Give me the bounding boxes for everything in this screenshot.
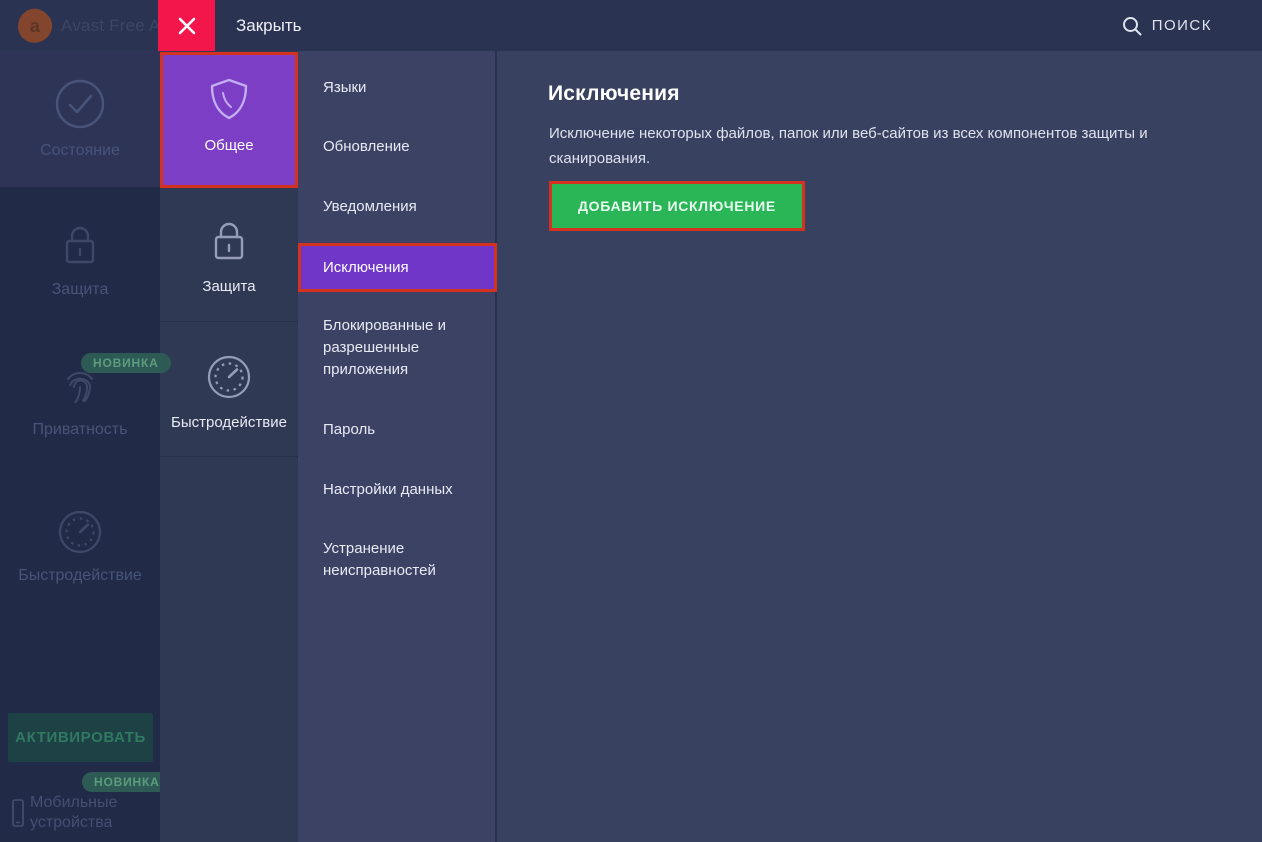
category-tab-label: Общее [163, 137, 295, 154]
subnav-item-languages[interactable]: Языки [298, 77, 497, 99]
category-tab-protection[interactable]: Защита [160, 188, 298, 322]
subnav-item-data-settings[interactable]: Настройки данных [298, 479, 497, 501]
sidebar-item-performance[interactable]: Быстродействие [0, 465, 160, 605]
sidebar-item-label: Мобильные устройства [30, 793, 117, 833]
sidebar-item-privacy[interactable]: Приватность [0, 325, 160, 465]
main-sidebar: Состояние Защита НОВИНКА [0, 51, 160, 842]
app-logo: a Avast Free A [18, 0, 160, 51]
new-badge-privacy: НОВИНКА [81, 353, 171, 373]
new-badge-mobile: НОВИНКА [82, 772, 172, 792]
sidebar-item-mobile-devices[interactable]: Мобильные устройства [12, 793, 117, 833]
sidebar-item-label: Быстродействие [0, 567, 160, 585]
subnav-item-notifications[interactable]: Уведомления [298, 196, 497, 218]
close-label[interactable]: Закрыть [236, 0, 301, 51]
category-tab-general[interactable]: Общее [160, 52, 298, 188]
category-tab-label: Защита [160, 278, 298, 295]
page-description: Исключение некоторых файлов, папок или в… [549, 121, 1214, 171]
lock-icon [160, 218, 298, 264]
settings-content-panel: Исключения Исключение некоторых файлов, … [499, 51, 1262, 842]
title-bar: a Avast Free A Закрыть ПОИСК [0, 0, 1262, 51]
settings-subnav: Языки Обновление Уведомления Исключения … [298, 51, 497, 842]
check-circle-icon [0, 78, 160, 130]
subnav-item-blocked-allowed-apps[interactable]: Блокированные и разрешенные приложения [298, 315, 488, 381]
lock-icon [0, 221, 160, 269]
subnav-item-password[interactable]: Пароль [298, 419, 497, 441]
activate-button[interactable]: АКТИВИРОВАТЬ [8, 713, 153, 762]
search-label: ПОИСК [1152, 17, 1212, 34]
search-button[interactable]: ПОИСК [1121, 0, 1212, 51]
close-x-button[interactable] [158, 0, 215, 51]
avast-logo-icon: a [14, 4, 57, 47]
subnav-item-troubleshooting[interactable]: Устранение неисправностей [298, 538, 488, 582]
sidebar-item-label: Состояние [0, 142, 160, 160]
app-title: Avast Free A [61, 16, 160, 36]
category-tab-label: Быстродействие [160, 414, 298, 431]
category-tab-performance[interactable]: Быстродействие [160, 322, 298, 457]
sidebar-item-label: Приватность [0, 421, 160, 439]
phone-icon [12, 799, 24, 827]
subnav-item-exclusions[interactable]: Исключения [298, 243, 497, 292]
subnav-item-update[interactable]: Обновление [298, 136, 497, 158]
close-icon [176, 15, 198, 37]
sidebar-item-label: Защита [0, 281, 160, 299]
settings-category-column: Общее Защита Быстродействие [160, 51, 298, 842]
add-exclusion-button[interactable]: ДОБАВИТЬ ИСКЛЮЧЕНИЕ [549, 181, 805, 231]
avast-settings-window: a Avast Free A Закрыть ПОИСК [0, 0, 1262, 842]
sidebar-item-status[interactable]: Состояние [0, 51, 160, 187]
gauge-icon [0, 509, 160, 555]
search-icon [1121, 15, 1143, 37]
page-title: Исключения [548, 82, 680, 106]
shield-icon [163, 77, 295, 123]
sidebar-item-protection[interactable]: Защита [0, 187, 160, 325]
gauge-icon [160, 354, 298, 400]
